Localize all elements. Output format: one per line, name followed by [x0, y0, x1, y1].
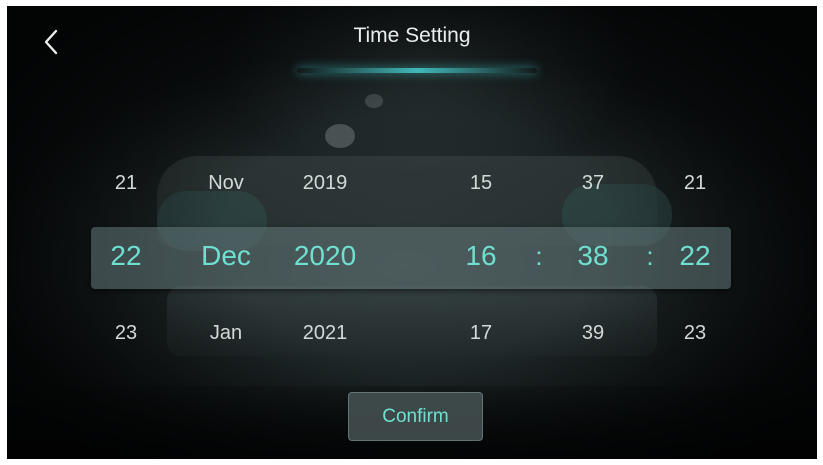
time-separator: :	[646, 241, 654, 271]
hour-next-option[interactable]: 17	[470, 322, 492, 345]
year-next-option[interactable]: 2021	[303, 322, 348, 345]
hour-prev-option[interactable]: 15	[470, 172, 492, 195]
title-underline-glow	[297, 68, 537, 73]
day-prev-option[interactable]: 21	[115, 172, 137, 195]
second-selected-value[interactable]: 22	[679, 240, 710, 272]
confirm-button[interactable]: Confirm	[348, 392, 483, 441]
second-prev-option[interactable]: 21	[684, 172, 706, 195]
time-separator: :	[535, 241, 543, 271]
year-selected-value[interactable]: 2020	[294, 240, 356, 272]
second-next-option[interactable]: 23	[684, 322, 706, 345]
day-next-option[interactable]: 23	[115, 322, 137, 345]
minute-prev-option[interactable]: 37	[582, 172, 604, 195]
month-prev-option[interactable]: Nov	[208, 172, 244, 195]
month-next-option[interactable]: Jan	[210, 322, 242, 345]
minute-selected-value[interactable]: 38	[577, 240, 608, 272]
hour-selected-value[interactable]: 16	[465, 240, 496, 272]
picker-selection-band	[91, 227, 731, 289]
month-selected-value[interactable]: Dec	[201, 240, 251, 272]
minute-next-option[interactable]: 39	[582, 322, 604, 345]
time-setting-screen: Time Setting 21 Nov 2019 15 37 21 22 Dec…	[7, 6, 817, 459]
day-selected-value[interactable]: 22	[110, 240, 141, 272]
year-prev-option[interactable]: 2019	[303, 172, 348, 195]
page-title: Time Setting	[353, 24, 471, 47]
